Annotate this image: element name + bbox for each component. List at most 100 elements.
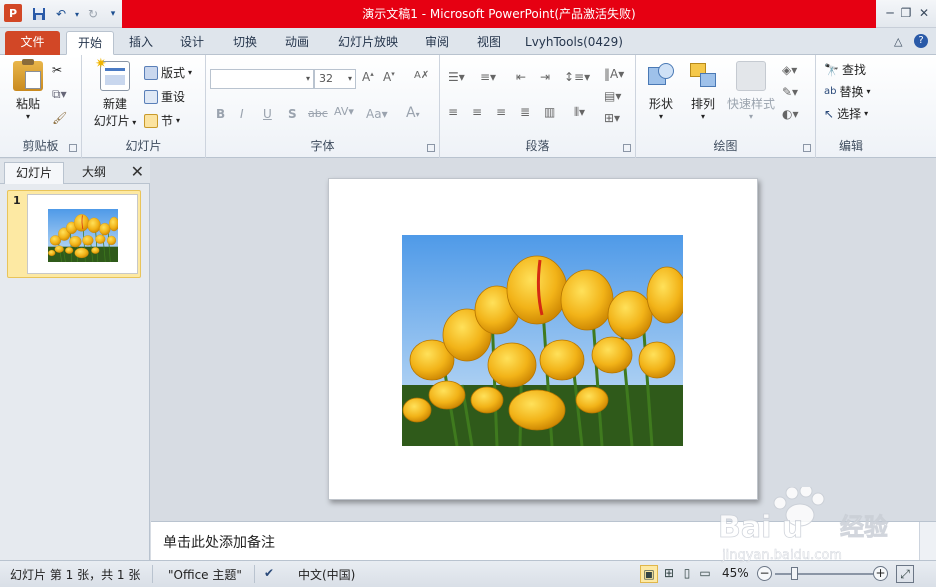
quick-styles-button[interactable]: 快速样式 ▾ <box>724 61 778 121</box>
restore-icon[interactable]: ❐ <box>896 4 916 22</box>
shape-effects-icon[interactable]: ◐▾ <box>782 107 799 121</box>
copy-icon[interactable]: ⧉▾ <box>52 87 67 102</box>
clear-formatting-icon[interactable]: A✗ <box>414 70 429 81</box>
underline-button[interactable]: U <box>263 107 272 121</box>
tab-slideshow[interactable]: 幻灯片放映 <box>329 31 407 55</box>
close-pane-icon[interactable]: ✕ <box>131 162 144 181</box>
font-color-button[interactable]: A▾ <box>406 105 420 121</box>
tab-slides-pane[interactable]: 幻灯片 <box>4 162 64 184</box>
text-direction-icon[interactable]: ‖A▾ <box>604 67 624 81</box>
columns-icon[interactable]: ⫴▾ <box>574 105 585 120</box>
normal-view-icon[interactable]: ▣ <box>640 565 658 583</box>
find-label: 查找 <box>841 63 866 77</box>
select-button[interactable]: ↖ 选择 ▾ <box>824 105 868 122</box>
editing-group-label: 编辑 <box>838 139 863 153</box>
reset-icon <box>144 89 158 104</box>
arrange-label: 排列 <box>690 97 715 111</box>
align-center-icon[interactable]: ≡ <box>472 105 482 119</box>
change-case-label: Aa <box>366 107 382 121</box>
binoculars-icon: 🔭 <box>824 62 839 77</box>
tulip-image[interactable] <box>402 235 683 446</box>
change-case-button[interactable]: Aa▾ <box>366 107 388 121</box>
paste-button[interactable]: 粘贴 ▾ <box>8 59 48 121</box>
find-button[interactable]: 🔭 查找 <box>824 61 866 78</box>
help-icon[interactable]: ? <box>914 34 928 48</box>
replace-icon: ab <box>824 86 837 97</box>
bold-button[interactable]: B <box>216 107 225 121</box>
distribute-icon[interactable]: ▥ <box>544 105 555 119</box>
slides-group-label: 幻灯片 <box>125 139 162 153</box>
align-text-icon[interactable]: ▤▾ <box>604 89 621 103</box>
layout-button[interactable]: 版式 ▾ <box>144 64 192 81</box>
align-right-icon[interactable]: ≡ <box>496 105 506 119</box>
zoom-slider[interactable] <box>775 573 873 575</box>
increase-indent-icon[interactable]: ⇥ <box>540 70 550 84</box>
notes-placeholder[interactable]: 单击此处添加备注 <box>163 532 275 552</box>
shadow-button[interactable]: S <box>288 107 297 121</box>
slide-thumbnail[interactable]: 1 <box>7 190 141 278</box>
tab-file[interactable]: 文件 <box>5 31 60 55</box>
shape-fill-icon[interactable]: ◈▾ <box>782 63 797 77</box>
zoom-slider-thumb[interactable] <box>791 567 799 580</box>
font-launcher-icon[interactable] <box>427 144 435 152</box>
language-status[interactable]: 中文(中国) <box>298 566 355 583</box>
shapes-icon <box>646 61 676 91</box>
customize-qat-icon[interactable]: ▾ <box>104 5 122 23</box>
shape-outline-icon[interactable]: ✎▾ <box>782 85 798 99</box>
character-spacing-button[interactable]: AV▾ <box>334 105 354 118</box>
tab-home[interactable]: 开始 <box>66 31 114 55</box>
tab-lvyhtools[interactable]: LvyhTools(0429) <box>520 31 628 55</box>
decrease-indent-icon[interactable]: ⇤ <box>516 70 526 84</box>
notes-pane[interactable]: 单击此处添加备注 <box>151 521 936 561</box>
tab-outline-pane[interactable]: 大纲 <box>66 162 122 184</box>
smartart-icon[interactable]: ⊞▾ <box>604 111 620 125</box>
justify-icon[interactable]: ≣ <box>520 105 530 119</box>
minimize-ribbon-icon[interactable]: △ <box>894 35 902 48</box>
align-left-icon[interactable]: ≡ <box>448 105 458 119</box>
reading-view-icon[interactable]: ▯ <box>678 565 696 583</box>
strikethrough-button[interactable]: abc <box>308 107 328 120</box>
save-icon[interactable] <box>30 5 48 23</box>
shapes-button[interactable]: 形状 ▾ <box>642 61 680 121</box>
shrink-font-icon[interactable]: A▾ <box>383 70 395 84</box>
tab-animations[interactable]: 动画 <box>276 31 318 55</box>
notes-scrollbar[interactable] <box>919 522 936 561</box>
redo-icon[interactable]: ↻ <box>84 5 102 23</box>
grow-font-icon[interactable]: A▴ <box>362 70 374 84</box>
font-color-label: A <box>406 105 416 121</box>
font-size-select[interactable]: 32 ▾ <box>314 69 356 89</box>
zoom-in-icon[interactable]: + <box>873 566 888 581</box>
new-slide-button[interactable]: ✷ 新建 幻灯片 ▾ <box>90 56 140 129</box>
tab-design[interactable]: 设计 <box>171 31 213 55</box>
numbering-icon[interactable]: ≡▾ <box>480 70 496 84</box>
zoom-out-icon[interactable]: − <box>757 566 772 581</box>
close-icon[interactable]: ✕ <box>914 4 934 22</box>
italic-button[interactable]: I <box>240 107 244 121</box>
powerpoint-app-icon[interactable]: P <box>4 4 22 22</box>
font-name-select[interactable]: ▾ <box>210 69 314 89</box>
zoom-level[interactable]: 45% <box>722 566 749 580</box>
ribbon-tabs: 文件 开始 插入 设计 切换 动画 幻灯片放映 审阅 视图 LvyhTools(… <box>0 28 936 55</box>
section-button[interactable]: 节 ▾ <box>144 112 180 129</box>
tab-insert[interactable]: 插入 <box>120 31 162 55</box>
paragraph-launcher-icon[interactable] <box>623 144 631 152</box>
reset-button[interactable]: 重设 <box>144 88 185 105</box>
slide-sorter-icon[interactable]: ⊞ <box>660 565 678 583</box>
drawing-launcher-icon[interactable] <box>803 144 811 152</box>
fit-to-window-icon[interactable]: ⤢ <box>896 565 914 583</box>
format-painter-icon[interactable]: 🖌 <box>52 111 67 125</box>
theme-status[interactable]: "Office 主题" <box>168 566 242 583</box>
slideshow-icon[interactable]: ▭ <box>696 565 714 583</box>
cut-icon[interactable]: ✂ <box>52 63 62 77</box>
line-spacing-icon[interactable]: ↕≡▾ <box>564 70 590 84</box>
arrange-button[interactable]: 排列 ▾ <box>684 61 722 121</box>
slide-canvas[interactable] <box>328 178 758 500</box>
tab-view[interactable]: 视图 <box>468 31 510 55</box>
character-spacing-label: AV <box>334 105 349 118</box>
tab-transitions[interactable]: 切换 <box>224 31 266 55</box>
spell-check-icon[interactable]: ✔ <box>264 566 274 580</box>
bullets-icon[interactable]: ☰▾ <box>448 70 465 84</box>
clipboard-launcher-icon[interactable] <box>69 144 77 152</box>
replace-button[interactable]: ab 替换 ▾ <box>824 83 871 100</box>
tab-review[interactable]: 审阅 <box>416 31 458 55</box>
